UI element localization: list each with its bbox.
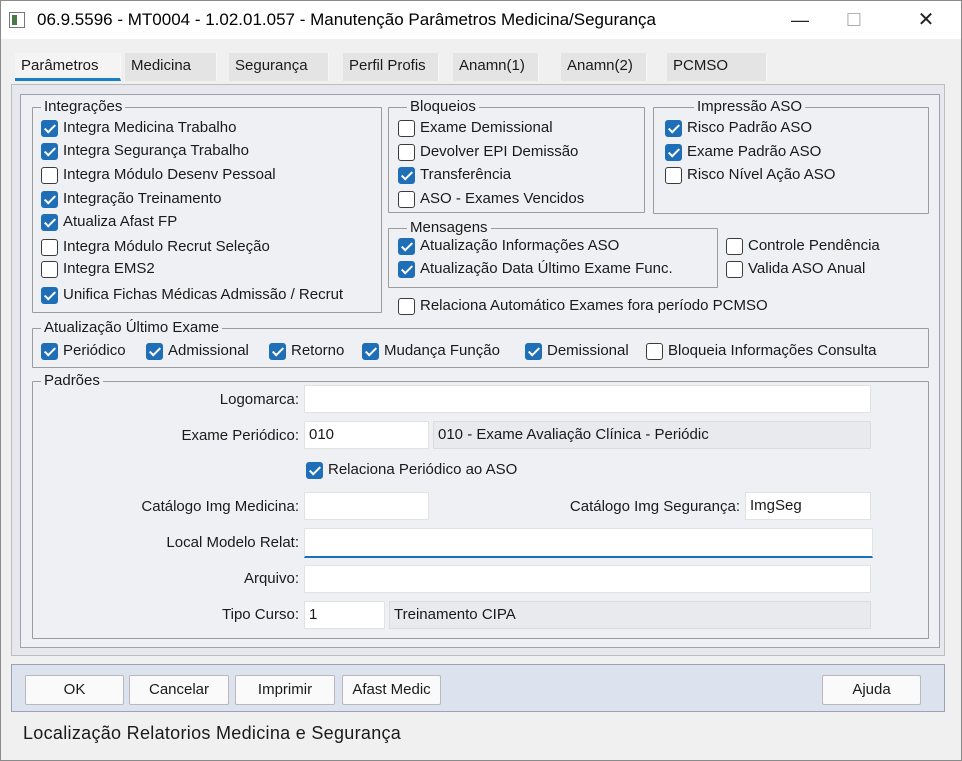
- print-button[interactable]: Imprimir: [235, 675, 335, 705]
- checkbox-label: Bloqueia Informações Consulta: [668, 342, 877, 359]
- catalogo-seguranca-label: Catálogo Img Segurança:: [569, 498, 740, 515]
- checkbox-box[interactable]: [646, 343, 663, 360]
- checkbox-box[interactable]: [41, 239, 58, 256]
- tab-anamn-2[interactable]: Anamn(2): [561, 53, 647, 81]
- checkbox-label: Unifica Fichas Médicas Admissão / Recrut: [63, 286, 344, 303]
- dialog-window: 06.9.5596 - MT0004 - 1.02.01.057 - Manut…: [0, 0, 962, 761]
- exame-periodico-description: 010 - Exame Avaliação Clínica - Periódic: [433, 421, 871, 449]
- checkbox-label: Transferência: [420, 166, 512, 183]
- tipo-curso-description: Treinamento CIPA: [389, 601, 871, 629]
- checkbox-box[interactable]: [398, 261, 415, 278]
- checkbox-box[interactable]: [525, 343, 542, 360]
- local-modelo-input[interactable]: [304, 528, 873, 558]
- group-title: Bloqueios: [407, 98, 479, 116]
- afast-medic-button[interactable]: Afast Medic: [342, 675, 441, 705]
- checkbox-box[interactable]: [41, 261, 58, 278]
- checkbox-label: Atualização Data Último Exame Func.: [420, 260, 673, 277]
- checkbox-label: Integra Segurança Trabalho: [63, 142, 249, 159]
- checkbox-label: Risco Padrão ASO: [687, 119, 813, 136]
- ok-button[interactable]: OK: [25, 675, 124, 705]
- checkbox-box[interactable]: [362, 343, 379, 360]
- checkbox-label: Periódico: [63, 342, 126, 359]
- checkbox-label: Integra EMS2: [63, 260, 155, 277]
- checkbox-box[interactable]: [41, 214, 58, 231]
- exame-periodico-input[interactable]: 010: [304, 421, 429, 449]
- catalogo-seguranca-input[interactable]: ImgSeg: [745, 492, 871, 520]
- checkbox-label: Integração Treinamento: [63, 190, 222, 207]
- window-title: 06.9.5596 - MT0004 - 1.02.01.057 - Manut…: [37, 10, 656, 29]
- tab-strip: Parâmetros Medicina Segurança Perfil Pro…: [11, 51, 771, 83]
- checkbox-box[interactable]: [665, 120, 682, 137]
- checkbox-box[interactable]: [41, 287, 58, 304]
- checkbox-box[interactable]: [398, 238, 415, 255]
- checkbox-box[interactable]: [726, 261, 743, 278]
- checkbox-label: Integra Módulo Desenv Pessoal: [63, 166, 276, 183]
- catalogo-medicina-label: Catálogo Img Medicina:: [141, 498, 299, 515]
- exame-periodico-label: Exame Periódico:: [181, 427, 299, 444]
- checkbox-box[interactable]: [306, 462, 323, 479]
- tipo-curso-input[interactable]: 1: [304, 601, 385, 629]
- checkbox-box[interactable]: [41, 167, 58, 184]
- checkbox-box[interactable]: [41, 120, 58, 137]
- checkbox-label: Integra Medicina Trabalho: [63, 119, 237, 136]
- checkbox-box[interactable]: [398, 144, 415, 161]
- checkbox-box[interactable]: [665, 167, 682, 184]
- tab-pcmso[interactable]: PCMSO: [667, 53, 767, 81]
- tab-medicina[interactable]: Medicina: [125, 53, 217, 81]
- arquivo-label: Arquivo:: [243, 570, 299, 587]
- local-modelo-label: Local Modelo Relat:: [166, 534, 299, 551]
- checkbox-box[interactable]: [398, 120, 415, 137]
- tab-seguranca[interactable]: Segurança: [229, 53, 329, 81]
- checkbox-label: Exame Demissional: [420, 119, 553, 136]
- status-bar-text: Localização Relatorios Medicina e Segura…: [23, 723, 402, 743]
- checkbox-box[interactable]: [269, 343, 286, 360]
- checkbox-box[interactable]: [398, 191, 415, 208]
- checkbox-box[interactable]: [398, 167, 415, 184]
- checkbox-label: Valida ASO Anual: [748, 260, 866, 277]
- checkbox-label: ASO - Exames Vencidos: [420, 190, 585, 207]
- checkbox-box[interactable]: [398, 298, 415, 315]
- checkbox-label: Controle Pendência: [748, 237, 880, 254]
- checkbox-box[interactable]: [41, 143, 58, 160]
- checkbox-label: Demissional: [547, 342, 629, 359]
- group-title: Padrões: [41, 372, 103, 390]
- group-title: Atualização Último Exame: [41, 319, 223, 337]
- catalogo-medicina-input[interactable]: [304, 492, 429, 520]
- help-button[interactable]: Ajuda: [822, 675, 921, 705]
- close-button[interactable]: ✕: [903, 1, 949, 39]
- checkbox-label: Exame Padrão ASO: [687, 143, 822, 160]
- minimize-button[interactable]: —: [777, 1, 823, 39]
- logomarca-label: Logomarca:: [219, 391, 299, 408]
- logomarca-input[interactable]: [304, 385, 871, 413]
- checkbox-label: Devolver EPI Demissão: [420, 143, 579, 160]
- checkbox-box[interactable]: [665, 144, 682, 161]
- tab-anamn-1[interactable]: Anamn(1): [453, 53, 539, 81]
- tab-perfil-profis[interactable]: Perfil Profis: [343, 53, 439, 81]
- checkbox-label: Integra Módulo Recrut Seleção: [63, 238, 270, 255]
- checkbox-label: Mudança Função: [384, 342, 500, 359]
- checkbox-label: Retorno: [291, 342, 345, 359]
- checkbox-label: Relaciona Periódico ao ASO: [328, 461, 518, 478]
- checkbox-label: Relaciona Automático Exames fora período…: [420, 297, 768, 314]
- title-bar: 06.9.5596 - MT0004 - 1.02.01.057 - Manut…: [1, 1, 961, 39]
- checkbox-box[interactable]: [41, 343, 58, 360]
- tab-parametros[interactable]: Parâmetros: [15, 53, 121, 81]
- checkbox-box[interactable]: [41, 191, 58, 208]
- checkbox-label: Atualização Informações ASO: [420, 237, 620, 254]
- group-title: Impressão ASO: [694, 98, 806, 116]
- tipo-curso-label: Tipo Curso:: [222, 606, 299, 623]
- checkbox-label: Risco Nível Ação ASO: [687, 166, 836, 183]
- group-title: Integrações: [41, 98, 126, 116]
- checkbox-label: Admissional: [168, 342, 249, 359]
- arquivo-input[interactable]: [304, 565, 871, 593]
- group-title: Mensagens: [407, 219, 491, 237]
- checkbox-label: Atualiza Afast FP: [63, 213, 178, 230]
- app-icon: [9, 12, 25, 28]
- maximize-button[interactable]: ☐: [831, 1, 877, 39]
- checkbox-box[interactable]: [146, 343, 163, 360]
- cancel-button[interactable]: Cancelar: [129, 675, 229, 705]
- checkbox-box[interactable]: [726, 238, 743, 255]
